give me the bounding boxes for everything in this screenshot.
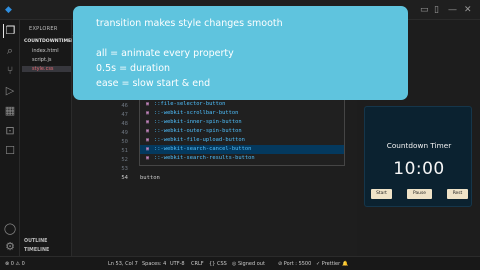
account-icon: ◎: [232, 261, 237, 267]
prettier-label: Prettier: [321, 261, 341, 267]
suggestion-item[interactable]: ▣::-webkit-search-results-button: [140, 154, 344, 163]
suggestion-item[interactable]: ▣::-webkit-inner-spin-button: [140, 118, 344, 127]
reset-button[interactable]: Rest: [447, 189, 468, 199]
problems-status[interactable]: ⊗ 0 ⚠ 0: [5, 259, 25, 269]
file-style-css[interactable]: style.css: [22, 66, 71, 72]
line-number: 46: [121, 103, 128, 109]
close-icon[interactable]: ✕: [464, 3, 472, 17]
files-icon[interactable]: ❐: [3, 24, 17, 38]
account-icon[interactable]: ◯: [3, 222, 17, 236]
signed-out-label: Signed out: [237, 261, 265, 267]
line-number: 48: [121, 121, 128, 127]
code-line-current[interactable]: button: [140, 174, 160, 183]
warning-count: 0: [21, 261, 25, 267]
suggestion-label: ::-webkit-outer-spin-button: [154, 128, 242, 134]
run-debug-icon[interactable]: ▷: [3, 84, 17, 98]
status-bar: ⊗ 0 ⚠ 0 Ln 53, Col 7 Spaces: 4 UTF-8 CRL…: [0, 256, 480, 270]
suggestion-item-selected[interactable]: ▣::-webkit-search-cancel-button: [140, 145, 344, 154]
cursor-position[interactable]: Ln 53, Col 7: [108, 259, 138, 269]
prettier-status[interactable]: ✓ Prettier: [316, 259, 340, 269]
symbol-icon: ▣: [146, 155, 150, 161]
line-number: 47: [121, 112, 128, 118]
timer-title: Countdown Timer: [386, 141, 452, 150]
caption-overlay: transition makes style changes smooth al…: [73, 6, 408, 100]
minimize-icon[interactable]: —: [448, 3, 457, 17]
pause-button[interactable]: Pause: [407, 189, 432, 199]
line-number: 49: [121, 130, 128, 136]
timeline-section[interactable]: TIMELINE: [24, 248, 49, 253]
broadcast-icon: ⊘: [278, 261, 283, 267]
suggestion-item[interactable]: ▣::-webkit-file-upload-button: [140, 136, 344, 145]
settings-gear-icon[interactable]: ⚙: [3, 240, 17, 254]
symbol-icon: ▣: [146, 128, 150, 134]
start-button[interactable]: Start: [371, 189, 392, 199]
autocomplete-popup[interactable]: ▣::file-selector-button ▣::-webkit-scrol…: [139, 96, 345, 166]
indentation[interactable]: Spaces: 4: [142, 259, 166, 269]
suggestion-label: ::-webkit-search-results-button: [154, 155, 255, 161]
caption-line: ease = slow start & end: [96, 78, 211, 89]
outline-section[interactable]: OUTLINE: [24, 239, 47, 244]
remote-icon[interactable]: ⊡: [3, 124, 17, 138]
notifications-icon[interactable]: 🔔: [342, 259, 348, 269]
suggestion-item[interactable]: ▣::file-selector-button: [140, 100, 344, 109]
encoding[interactable]: UTF-8: [170, 259, 185, 269]
chat-icon[interactable]: ☐: [3, 144, 17, 158]
layout-toggle-icon[interactable]: ▭: [420, 3, 429, 17]
symbol-icon: ▣: [146, 101, 150, 107]
suggestion-label: ::file-selector-button: [154, 101, 226, 107]
split-icon[interactable]: ▯: [434, 3, 439, 17]
port-label: Port : 5500: [283, 261, 312, 267]
extensions-icon[interactable]: ▦: [3, 104, 17, 118]
timer-display: 10:00: [393, 159, 445, 179]
symbol-icon: ▣: [146, 110, 150, 116]
explorer-title: EXPLORER: [29, 26, 58, 32]
language-label: CSS: [216, 261, 227, 267]
line-number: 53: [121, 166, 128, 172]
line-number-current: 54: [121, 175, 128, 181]
vscode-logo-icon: ◆: [5, 5, 12, 15]
suggestion-label: ::-webkit-search-cancel-button: [154, 146, 252, 152]
line-number: 50: [121, 139, 128, 145]
activity-bar: ❐ ⌕ ⑂ ▷ ▦ ⊡ ☐ ◯ ⚙: [0, 20, 20, 256]
suggestion-item[interactable]: ▣::-webkit-scrollbar-button: [140, 109, 344, 118]
caption-line: 0.5s = duration: [96, 63, 171, 74]
caption-line: transition makes style changes smooth: [96, 18, 283, 29]
account-status[interactable]: ◎ Signed out: [232, 259, 265, 269]
live-server-status[interactable]: ⊘ Port : 5500: [278, 259, 311, 269]
suggestion-label: ::-webkit-scrollbar-button: [154, 110, 239, 116]
search-icon[interactable]: ⌕: [3, 44, 17, 58]
error-count: 0: [10, 261, 14, 267]
symbol-icon: ▣: [146, 137, 150, 143]
line-number: 52: [121, 157, 128, 163]
countdown-card: Countdown Timer 10:00 Start Pause Rest: [364, 106, 472, 207]
vscode-window: ◆ ▭ ▯ — ✕ ❐ ⌕ ⑂ ▷ ▦ ⊡ ☐ ◯ ⚙ EXPLORER COU…: [0, 0, 480, 270]
line-ending[interactable]: CRLF: [191, 259, 204, 269]
file-index-html[interactable]: index.html: [32, 48, 59, 54]
suggestion-item[interactable]: ▣::-webkit-outer-spin-button: [140, 127, 344, 136]
suggestion-label: ::-webkit-file-upload-button: [154, 137, 245, 143]
caption-line: all = animate every property: [96, 48, 234, 59]
source-control-icon[interactable]: ⑂: [3, 64, 17, 78]
language-mode[interactable]: {} CSS: [209, 259, 227, 269]
suggestion-label: ::-webkit-inner-spin-button: [154, 119, 242, 125]
line-number: 51: [121, 148, 128, 154]
project-folder[interactable]: COUNTDOWNTIMER: [24, 39, 75, 44]
symbol-icon: ▣: [146, 119, 150, 125]
symbol-icon: ▣: [146, 146, 150, 152]
explorer-sidebar: EXPLORER COUNTDOWNTIMER index.html scrip…: [20, 20, 75, 256]
check-icon: ✓: [316, 261, 321, 267]
braces-icon: {}: [209, 261, 216, 267]
file-script-js[interactable]: script.js: [32, 57, 52, 63]
